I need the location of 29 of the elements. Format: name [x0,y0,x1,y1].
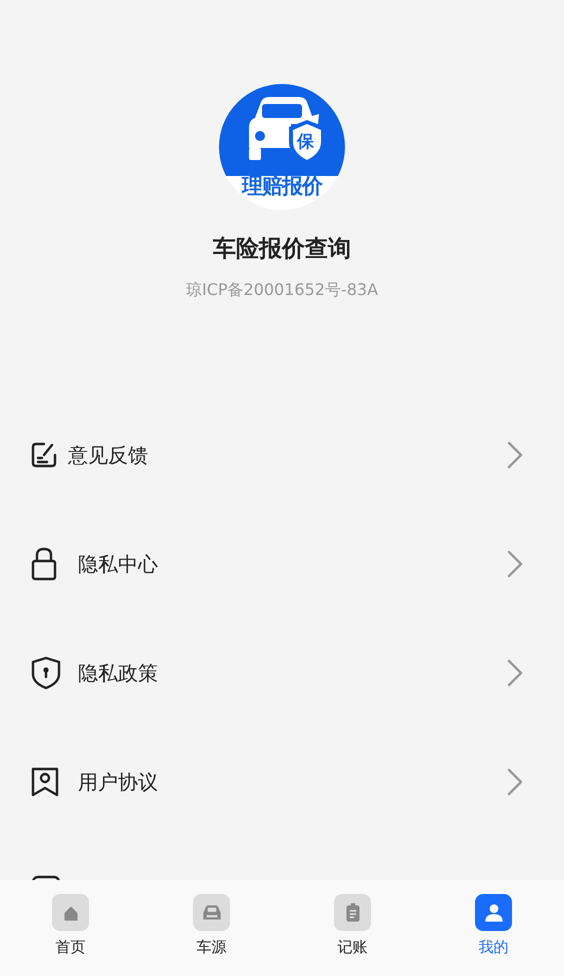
logo-character: 保 [297,134,314,151]
menu-label: 意见反馈 [68,442,148,468]
car-icon [193,894,230,931]
user-icon [475,894,512,931]
lock-icon [30,546,58,582]
app-title: 车险报价查询 [212,235,352,264]
chevron-icon [506,766,524,796]
chat-icon [30,874,62,880]
menu-item[interactable]: 用户协议 [0,727,564,836]
chevron-icon [506,548,524,578]
bookmark-icon [30,766,60,798]
tab[interactable]: 车源 [141,880,282,957]
tab[interactable]: 记账 [282,880,423,957]
chevron-icon [506,440,524,470]
menu-item[interactable]: 隐私中心 [0,509,564,618]
menu-item[interactable]: 意见反馈 [0,400,564,509]
tab[interactable]: 我的 [423,880,564,957]
home-icon [52,894,89,931]
menu-label: 隐私政策 [78,660,158,686]
menu-label: 隐私中心 [78,550,158,578]
icp-number: 琼ICP备20001652号-83A [184,279,380,301]
tab[interactable]: 首页 [0,880,141,957]
chevron-icon [506,658,524,688]
shield-icon [30,656,62,690]
menu-item[interactable]: 隐私政策 [0,618,564,727]
logo-caption: 理赔报价 [240,176,324,197]
menu-label: 用户协议 [78,768,158,796]
clipboard-icon [334,894,371,931]
feedback-icon [30,440,58,468]
